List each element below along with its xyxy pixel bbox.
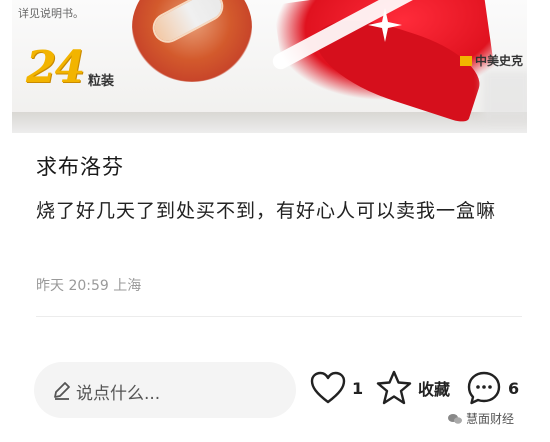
brand-logo: 中美史克 [460, 52, 523, 69]
comment-count: 6 [508, 378, 520, 398]
product-photo[interactable]: 详见说明书。 24 粒装 中美史克 [12, 0, 527, 133]
favorite-button[interactable]: 收藏 [376, 370, 450, 406]
source-watermark: 慧面财经 [448, 410, 514, 427]
capsule-count-unit: 粒装 [88, 74, 115, 89]
star-icon [376, 370, 412, 406]
heart-icon [310, 371, 346, 405]
brand-mark-icon [460, 56, 472, 66]
post-title: 求布洛芬 [36, 155, 124, 179]
package-note: 详见说明书。 [18, 7, 84, 20]
chat-logo-icon [448, 413, 462, 424]
post-timestamp-location: 昨天 20:59 上海 [36, 278, 142, 294]
sparkle-icon [368, 8, 402, 42]
divider [36, 316, 522, 317]
comments-button[interactable]: 6 [466, 370, 519, 406]
favorite-label: 收藏 [418, 380, 451, 399]
blurred-region [482, 70, 527, 120]
like-button[interactable]: 1 [310, 370, 363, 406]
watermark-text: 慧面财经 [466, 412, 515, 426]
like-count: 1 [352, 378, 364, 398]
brand-name: 中美史克 [475, 54, 524, 68]
post-body: 烧了好几天了到处买不到，有好心人可以卖我一盒嘛 [36, 200, 497, 222]
speech-bubble-icon [466, 370, 502, 406]
comment-input[interactable]: 说点什么... [34, 362, 296, 418]
post-detail-screen: 详见说明书。 24 粒装 中美史克 求布洛芬 烧了好几天了到处买不到，有好心人可… [0, 0, 550, 442]
capsule-count: 24 [26, 42, 85, 93]
pencil-icon [54, 382, 70, 400]
comment-placeholder: 说点什么... [76, 384, 161, 404]
